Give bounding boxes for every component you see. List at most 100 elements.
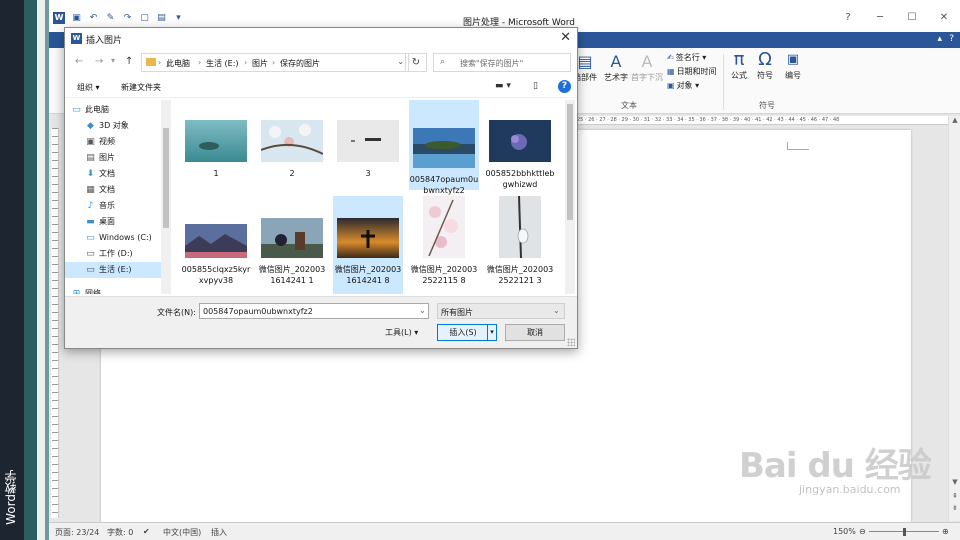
file-tile[interactable]: 微信图片_2020031614241 1 xyxy=(257,196,327,294)
cancel-button[interactable]: 取消 xyxy=(505,324,565,341)
up-arrow-icon[interactable]: ↑ xyxy=(125,56,133,67)
nav-item-this-pc[interactable]: ▭ 此电脑 xyxy=(65,102,157,118)
file-tile[interactable]: 3 xyxy=(333,104,403,188)
breadcrumb-drive-e[interactable]: 生活 (E:) xyxy=(206,58,239,69)
previous-page-icon[interactable]: ⇞ xyxy=(950,492,960,502)
nav-item-downloads[interactable]: ⬇ 文档 xyxy=(65,166,157,182)
scroll-up-icon[interactable]: ▲ xyxy=(950,116,960,126)
file-tile[interactable]: 005852bbhkttlebgwhizwd xyxy=(485,104,555,190)
minimize-icon[interactable]: ─ xyxy=(864,10,896,26)
vertical-scrollbar[interactable]: ▲ ▼ ⇞ ⇟ xyxy=(948,116,960,521)
insert-button[interactable]: 插入(S) xyxy=(437,324,489,341)
signature-line-button[interactable]: ✍ 签名行 ▾ xyxy=(667,52,706,63)
new-folder-button[interactable]: 新建文件夹 xyxy=(121,82,161,93)
insert-mode-status[interactable]: 插入 xyxy=(211,527,227,538)
breadcrumb-this-pc[interactable]: 此电脑 xyxy=(166,58,190,69)
help-icon[interactable]: ? xyxy=(949,34,954,44)
number-icon: ▣ xyxy=(786,52,800,67)
nav-item-drive-e[interactable]: ▭ 生活 (E:) xyxy=(65,262,161,278)
word-logo-icon: W xyxy=(71,33,82,44)
refresh-button[interactable]: ↻ xyxy=(405,53,427,72)
resize-grip-icon[interactable] xyxy=(567,338,575,346)
undo-icon[interactable]: ↶ xyxy=(88,13,99,24)
file-tile[interactable]: 1 xyxy=(181,104,251,188)
address-dropdown-icon[interactable]: ⌄ xyxy=(397,57,404,66)
tools-button[interactable]: 工具(L) ▾ xyxy=(385,327,418,338)
symbol-button[interactable]: Ω 符号 xyxy=(753,50,777,81)
file-type-select[interactable]: 所有图片 xyxy=(437,303,565,319)
nav-item-drive-c[interactable]: ▭ Windows (C:) xyxy=(65,230,157,246)
breadcrumb-separator-icon: › xyxy=(158,58,162,67)
page-count[interactable]: 页面: 23/24 xyxy=(55,527,99,538)
zoom-slider-thumb[interactable] xyxy=(903,528,906,536)
nav-item-network[interactable]: ⊞ 网络 xyxy=(65,286,157,294)
save-icon[interactable]: ▣ xyxy=(71,13,82,24)
file-tile[interactable]: 微信图片_2020032522121 3 xyxy=(485,196,555,294)
organize-button[interactable]: 组织 ▾ xyxy=(77,82,100,93)
thumbnail xyxy=(499,196,541,258)
nav-item-3d-objects[interactable]: ◆ 3D 对象 xyxy=(65,118,157,134)
change-view-icon[interactable]: ▬ ▾ xyxy=(495,81,511,91)
breadcrumb-pictures[interactable]: 图片 xyxy=(252,58,268,69)
filename-input[interactable]: 005847opaum0ubwnxtyfz2 xyxy=(199,303,429,319)
thumbnail xyxy=(413,128,475,168)
forward-arrow-icon[interactable]: → xyxy=(95,56,103,67)
file-tile[interactable]: 2 xyxy=(257,104,327,188)
file-tile-selected[interactable]: 微信图片_2020031614241 8 xyxy=(333,196,403,294)
proofing-icon[interactable]: ✔ xyxy=(143,527,150,536)
help-icon[interactable]: ? xyxy=(558,80,571,93)
file-tile[interactable]: 005855clqxz5kyrxvpyv38 xyxy=(181,196,251,294)
zoom-in-icon[interactable]: ⊕ xyxy=(942,527,949,536)
nav-item-documents[interactable]: ▦ 文档 xyxy=(65,182,157,198)
word-count[interactable]: 字数: 0 xyxy=(107,527,133,538)
recent-dropdown-icon[interactable]: ▾ xyxy=(111,56,115,65)
file-name: 微信图片_2020031614241 1 xyxy=(258,265,326,285)
close-icon[interactable]: ✕ xyxy=(928,10,960,26)
left-teal-strip xyxy=(24,0,37,540)
table-icon[interactable]: ▤ xyxy=(156,13,167,24)
date-time-button[interactable]: ▦ 日期和时间 xyxy=(667,66,717,77)
maximize-icon[interactable]: ☐ xyxy=(896,10,928,26)
back-arrow-icon[interactable]: ← xyxy=(75,56,83,67)
nav-item-music[interactable]: ♪ 音乐 xyxy=(65,198,157,214)
drop-cap-button[interactable]: A 首字下沉 xyxy=(629,52,665,83)
file-tile[interactable]: 微信图片_2020032522115 8 xyxy=(409,196,479,294)
insert-dropdown-icon[interactable]: ▾ xyxy=(487,324,497,341)
breadcrumb-separator-icon: › xyxy=(244,58,248,67)
zoom-level[interactable]: 150% xyxy=(833,527,856,536)
video-icon: ▣ xyxy=(86,137,95,147)
next-page-icon[interactable]: ⇟ xyxy=(950,504,960,514)
nav-item-pictures[interactable]: ▤ 图片 xyxy=(65,150,157,166)
thumbnail xyxy=(489,120,551,162)
redo-icon[interactable]: ↷ xyxy=(122,13,133,24)
file-type-dropdown-icon[interactable]: ⌄ xyxy=(553,306,560,315)
search-input[interactable]: ⌕ 搜索"保存的图片" xyxy=(433,53,571,72)
numbering-button[interactable]: ▣ 编号 xyxy=(781,50,805,81)
format-painter-icon[interactable]: ✎ xyxy=(105,13,116,24)
status-bar: 页面: 23/24 字数: 0 ✔ 中文(中国) 插入 150% ⊖ ⊕ xyxy=(49,522,960,540)
ribbon-collapse-icon[interactable]: ▴ xyxy=(937,34,942,44)
customize-qat-icon[interactable]: ▾ xyxy=(173,13,184,24)
nav-item-drive-d[interactable]: ▭ 工作 (D:) xyxy=(65,246,157,262)
file-tile-selected[interactable]: 005847opaum0ubwnxtyfz2 xyxy=(409,100,479,195)
address-bar[interactable]: › 此电脑 › 生活 (E:) › 图片 › 保存的图片 ⌄ xyxy=(141,53,409,72)
object-button[interactable]: ▣ 对象 ▾ xyxy=(667,80,699,91)
nav-scrollbar-thumb[interactable] xyxy=(163,128,169,228)
scroll-down-icon[interactable]: ▼ xyxy=(950,478,960,488)
equation-button[interactable]: π 公式 xyxy=(727,50,751,81)
file-name: 3 xyxy=(365,169,371,178)
zoom-out-icon[interactable]: ⊖ xyxy=(859,527,866,536)
nav-item-desktop[interactable]: ▬ 桌面 xyxy=(65,214,157,230)
ribbon-options-icon[interactable]: ? xyxy=(832,10,864,26)
file-list-scrollbar-thumb[interactable] xyxy=(567,104,573,220)
dialog-close-icon[interactable]: ✕ xyxy=(560,30,571,45)
new-document-icon[interactable]: ▢ xyxy=(139,13,150,24)
wordart-button[interactable]: A 艺术字 xyxy=(601,52,631,83)
nav-item-videos[interactable]: ▣ 视频 xyxy=(65,134,157,150)
breadcrumb-saved-pictures[interactable]: 保存的图片 xyxy=(280,58,320,69)
language-status[interactable]: 中文(中国) xyxy=(163,527,201,538)
preview-pane-icon[interactable]: ▯ xyxy=(533,81,538,91)
quick-access-toolbar: W ▣ ↶ ✎ ↷ ▢ ▤ ▾ xyxy=(53,12,184,24)
thumbnail xyxy=(261,120,323,162)
filename-dropdown-icon[interactable]: ⌄ xyxy=(419,306,426,315)
